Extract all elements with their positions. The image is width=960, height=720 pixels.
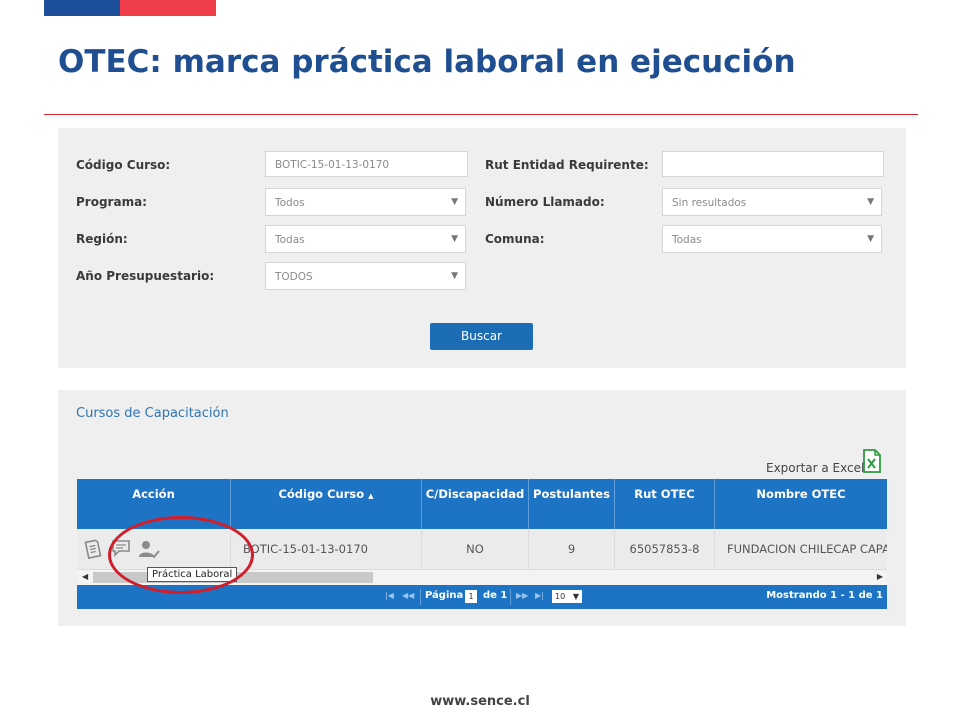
chevron-down-icon: ▼ [451, 234, 458, 244]
chevron-down-icon: ▼ [451, 271, 458, 281]
records-summary: Mostrando 1 - 1 de 1 [766, 590, 883, 601]
prev-page-icon[interactable]: ◀◀ [402, 591, 414, 600]
region-select-value: Todas [275, 234, 305, 246]
first-page-icon[interactable]: |◀ [385, 591, 394, 600]
results-title: Cursos de Capacitación [76, 406, 229, 421]
column-header-rut-otec[interactable]: Rut OTEC [615, 479, 715, 529]
scroll-left-icon[interactable]: ◀ [82, 572, 88, 581]
page-size-select[interactable]: 10 ▼ [552, 590, 582, 603]
programa-select-value: Todos [275, 197, 305, 209]
programa-label: Programa: [76, 195, 147, 209]
anio-label: Año Presupuestario: [76, 269, 215, 283]
cell-postulantes: 9 [529, 529, 615, 569]
comuna-select[interactable]: Todas ▼ [662, 225, 882, 253]
pager-divider [510, 589, 511, 605]
export-excel-link[interactable]: Exportar a Excel [766, 461, 864, 475]
anio-select[interactable]: TODOS ▼ [265, 262, 466, 290]
programa-select[interactable]: Todos ▼ [265, 188, 466, 216]
column-header-nombre-otec[interactable]: Nombre OTEC [715, 479, 887, 529]
excel-icon[interactable] [862, 449, 882, 473]
codigo-curso-label: Código Curso: [76, 158, 171, 172]
document-icon[interactable] [84, 539, 102, 559]
brand-stripe-red [120, 0, 216, 16]
comuna-label: Comuna: [485, 232, 545, 246]
chevron-down-icon: ▼ [451, 197, 458, 207]
anio-select-value: TODOS [275, 271, 313, 283]
numero-llamado-select-value: Sin resultados [672, 197, 747, 209]
column-header-codigo-label: Código Curso [278, 487, 365, 501]
page-label: Página [425, 590, 464, 601]
cell-discapacidad: NO [422, 529, 529, 569]
cell-codigo-curso: BOTIC-15-01-13-0170 [231, 529, 422, 569]
slide-title: OTEC: marca práctica laboral en ejecució… [58, 44, 796, 80]
search-button[interactable]: Buscar [430, 323, 533, 350]
region-select[interactable]: Todas ▼ [265, 225, 466, 253]
rut-entidad-input[interactable] [662, 151, 884, 177]
column-header-discapacidad[interactable]: C/Discapacidad [422, 479, 529, 529]
page-size-value: 10 [555, 592, 566, 601]
chevron-down-icon: ▼ [572, 592, 579, 601]
column-header-codigo-curso[interactable]: Código Curso ▲ [231, 479, 422, 529]
numero-llamado-label: Número Llamado: [485, 195, 605, 209]
annotation-highlight-ring [108, 516, 254, 594]
pager-divider [420, 589, 421, 605]
sort-asc-icon: ▲ [368, 492, 374, 500]
numero-llamado-select[interactable]: Sin resultados ▼ [662, 188, 882, 216]
scroll-right-icon[interactable]: ▶ [877, 572, 883, 581]
last-page-icon[interactable]: ▶| [535, 591, 544, 600]
codigo-curso-input[interactable]: BOTIC-15-01-13-0170 [265, 151, 468, 177]
region-label: Región: [76, 232, 128, 246]
page-number-input[interactable]: 1 [465, 590, 477, 603]
page-count-label: de 1 [483, 590, 508, 601]
rut-entidad-label: Rut Entidad Requirente: [485, 158, 649, 172]
cell-nombre-otec: FUNDACION CHILECAP CAPA [727, 542, 887, 556]
footer-url: www.sence.cl [430, 694, 530, 709]
chevron-down-icon: ▼ [867, 234, 874, 244]
chevron-down-icon: ▼ [867, 197, 874, 207]
cell-rut-otec: 65057853-8 [615, 529, 715, 569]
column-header-postulantes[interactable]: Postulantes [529, 479, 615, 529]
title-divider [44, 114, 918, 115]
next-page-icon[interactable]: ▶▶ [516, 591, 528, 600]
comuna-select-value: Todas [672, 234, 702, 246]
brand-stripe-blue [44, 0, 120, 16]
